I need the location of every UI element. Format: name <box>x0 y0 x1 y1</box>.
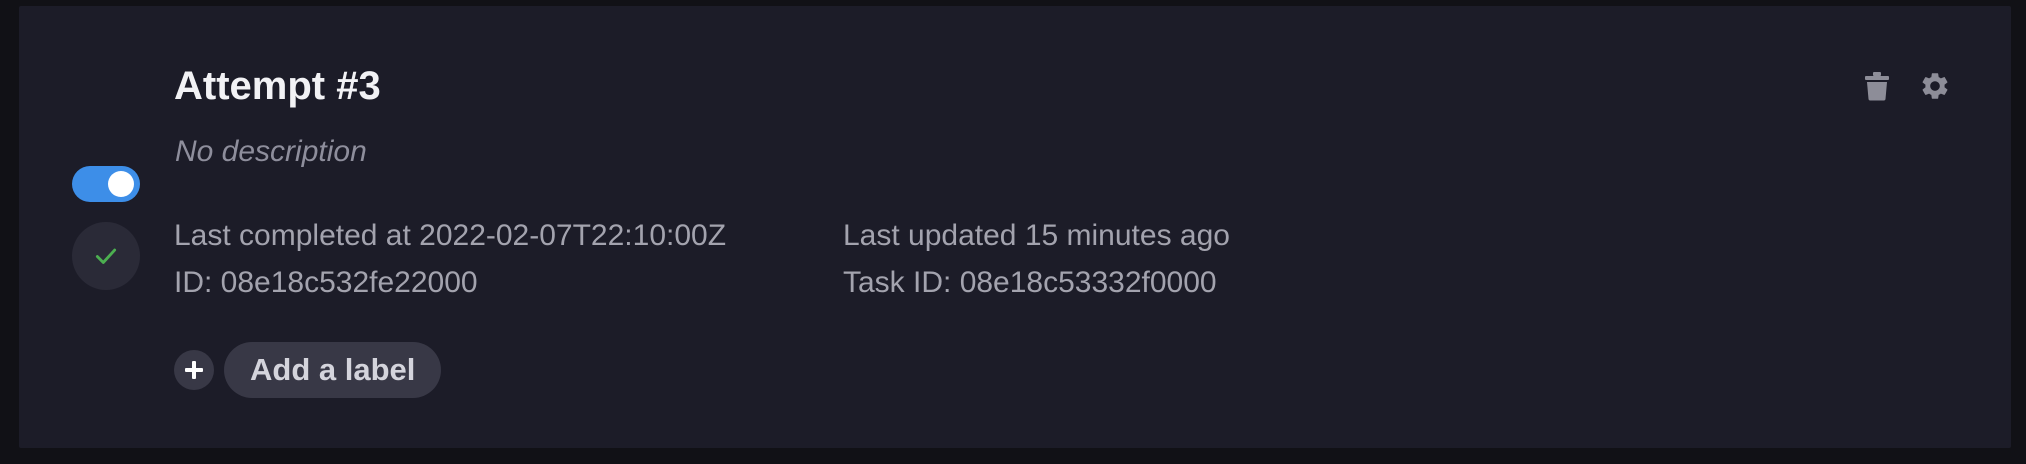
id-text: ID: 08e18c532fe22000 <box>174 266 478 299</box>
gear-icon <box>1922 73 1948 99</box>
last-completed-text: Last completed at 2022-02-07T22:10:00Z <box>174 219 727 252</box>
card-description[interactable]: No description <box>175 134 367 170</box>
toggle-knob <box>108 171 134 197</box>
checkmark-icon <box>95 248 117 264</box>
enable-toggle[interactable] <box>72 166 140 202</box>
status-indicator <box>72 222 140 290</box>
card-actions <box>1861 70 1951 102</box>
trash-icon <box>1865 72 1889 101</box>
task-id-text: Task ID: 08e18c53332f0000 <box>843 266 1217 299</box>
settings-button[interactable] <box>1919 70 1951 102</box>
add-label-button[interactable]: Add a label <box>224 342 442 398</box>
label-row: Add a label <box>174 342 442 398</box>
check-card: Attempt #3 No description Last completed… <box>19 6 2011 448</box>
delete-button[interactable] <box>1861 70 1893 102</box>
last-updated-text: Last updated 15 minutes ago <box>843 219 1230 252</box>
plus-icon <box>185 361 203 379</box>
add-label-plus-button[interactable] <box>174 350 214 390</box>
card-title[interactable]: Attempt #3 <box>174 62 381 110</box>
